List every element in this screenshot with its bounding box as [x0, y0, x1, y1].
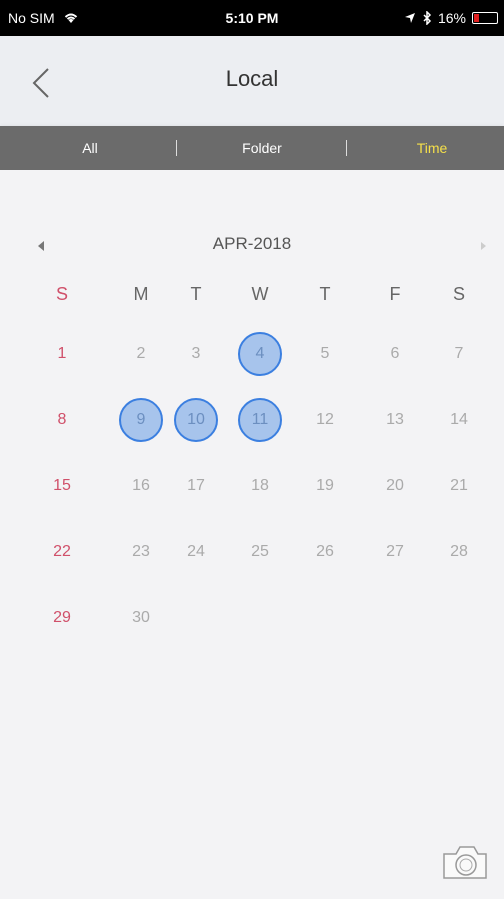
calendar-day-marked[interactable]: 4	[238, 332, 282, 376]
calendar-day[interactable]: 19	[303, 464, 347, 508]
tab-folder[interactable]: Folder	[212, 126, 312, 170]
weekday-label: S	[452, 284, 465, 304]
calendar-day[interactable]: 5	[303, 332, 347, 376]
calendar-day[interactable]: 24	[174, 530, 218, 574]
weekday-label: W	[251, 284, 269, 304]
calendar-day-marked[interactable]: 10	[174, 398, 218, 442]
calendar-day[interactable]: 2	[119, 332, 163, 376]
tab-all[interactable]: All	[40, 126, 140, 170]
calendar-day[interactable]: 14	[437, 398, 481, 442]
tab-time[interactable]: Time	[382, 126, 482, 170]
camera-button[interactable]	[440, 842, 490, 882]
calendar-day[interactable]: 20	[373, 464, 417, 508]
calendar-day[interactable]: 1	[40, 332, 84, 376]
month-header: APR-2018	[0, 234, 504, 258]
calendar-day[interactable]: 25	[238, 530, 282, 574]
calendar-day[interactable]: 6	[373, 332, 417, 376]
calendar-day[interactable]: 23	[119, 530, 163, 574]
tab-bar: All Folder Time	[0, 126, 504, 170]
weekday-label: M	[133, 284, 149, 304]
calendar-day[interactable]: 28	[437, 530, 481, 574]
tab-divider	[346, 140, 347, 156]
battery-percent: 16%	[437, 10, 466, 26]
weekday-label: F	[389, 284, 401, 304]
tab-divider	[176, 140, 177, 156]
camera-icon	[443, 846, 487, 879]
calendar-day[interactable]: 15	[40, 464, 84, 508]
weekday-label: S	[55, 284, 68, 304]
status-bar: No SIM 5:10 PM 16%	[0, 0, 504, 36]
calendar-day[interactable]: 22	[40, 530, 84, 574]
page-title: Local	[225, 66, 279, 91]
status-right: 16%	[404, 10, 498, 26]
calendar-day[interactable]: 29	[40, 596, 84, 640]
calendar-day[interactable]: 3	[174, 332, 218, 376]
calendar-day-marked[interactable]: 11	[238, 398, 282, 442]
calendar-day[interactable]: 26	[303, 530, 347, 574]
weekday-label: T	[319, 284, 331, 304]
bluetooth-icon	[423, 11, 432, 25]
next-month-arrow-icon[interactable]	[481, 242, 486, 250]
weekday-label: T	[190, 284, 202, 304]
navigation-bar: Local	[0, 36, 504, 126]
calendar-day[interactable]: 18	[238, 464, 282, 508]
calendar-day-marked[interactable]: 9	[119, 398, 163, 442]
calendar-day[interactable]: 7	[437, 332, 481, 376]
calendar-day[interactable]: 13	[373, 398, 417, 442]
battery-icon	[472, 12, 498, 24]
calendar-day[interactable]: 12	[303, 398, 347, 442]
calendar-day[interactable]: 21	[437, 464, 481, 508]
calendar-day[interactable]: 8	[40, 398, 84, 442]
calendar: APR-2018 SMTWTFS 1 2 3 4 5 6 7 8 9 10 11 12 13 14 15 16…	[0, 170, 504, 899]
calendar-day[interactable]: 27	[373, 530, 417, 574]
month-label: APR-2018	[212, 234, 292, 253]
calendar-day[interactable]: 17	[174, 464, 218, 508]
calendar-day[interactable]: 30	[119, 596, 163, 640]
calendar-day[interactable]: 16	[119, 464, 163, 508]
location-icon	[404, 13, 415, 23]
